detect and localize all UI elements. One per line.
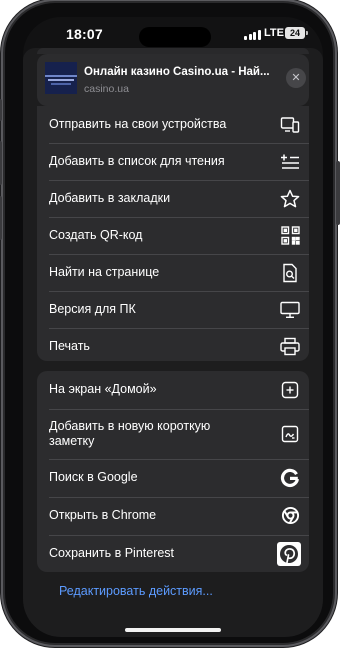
action-button — [0, 99, 2, 121]
action-label: Сохранить в Pinterest — [49, 546, 175, 560]
action-label: Добавить в закладки — [49, 191, 171, 205]
action-label: Печать — [49, 339, 90, 353]
home-indicator[interactable] — [125, 628, 221, 632]
find-in-page-icon — [279, 262, 301, 284]
action-label: Найти на странице — [49, 265, 160, 279]
action-label: Добавить в список для чтения — [49, 154, 225, 168]
close-icon: ✕ — [291, 72, 301, 84]
action-new-quick-note[interactable]: Добавить в новую короткую заметку — [37, 409, 309, 459]
cellular-signal-icon — [244, 29, 261, 40]
screen: 18:07 LTE 24 Онлайн казино Casino.ua - Н… — [23, 17, 323, 637]
edit-actions-link[interactable]: Редактировать действия... — [59, 584, 213, 598]
page-title: Онлайн казино Casino.ua - Най... — [84, 66, 270, 78]
page-thumbnail — [45, 62, 77, 94]
action-desktop-version[interactable]: Версия для ПК — [37, 291, 309, 328]
actions-group-1: Отправить на свои устройства Добавить в … — [37, 106, 309, 361]
action-add-to-reading-list[interactable]: Добавить в список для чтения — [37, 143, 309, 180]
action-label: Добавить в новую короткую заметку — [49, 419, 211, 448]
action-add-bookmark[interactable]: Добавить в закладки — [37, 180, 309, 217]
phone-frame: 18:07 LTE 24 Онлайн казино Casino.ua - Н… — [0, 3, 340, 643]
action-create-qr-code[interactable]: Создать QR-код — [37, 217, 309, 254]
actions-group-2: На экран «Домой» Добавить в новую коротк… — [37, 371, 309, 572]
star-icon — [279, 188, 301, 210]
send-to-devices-icon — [279, 114, 301, 136]
action-print[interactable]: Печать — [37, 328, 309, 365]
printer-icon — [279, 336, 301, 358]
desktop-icon — [279, 299, 301, 321]
volume-up-button — [0, 141, 2, 185]
status-time: 18:07 — [66, 26, 103, 42]
action-label: Версия для ПК — [49, 302, 136, 316]
google-icon — [279, 467, 301, 489]
action-save-to-pinterest[interactable]: Сохранить в Pinterest — [37, 535, 309, 572]
dynamic-island — [139, 27, 211, 47]
quick-note-icon — [279, 423, 301, 445]
action-add-to-home-screen[interactable]: На экран «Домой» — [37, 371, 309, 408]
page-url: casino.ua — [84, 83, 129, 95]
action-label: Поиск в Google — [49, 470, 138, 484]
action-open-in-chrome[interactable]: Открыть в Chrome — [37, 497, 309, 534]
add-to-home-icon — [279, 379, 301, 401]
action-label: Создать QR-код — [49, 228, 143, 242]
action-label: Открыть в Chrome — [49, 508, 157, 522]
action-search-google[interactable]: Поиск в Google — [37, 459, 309, 496]
volume-down-button — [0, 196, 2, 240]
action-find-on-page[interactable]: Найти на странице — [37, 254, 309, 291]
close-button[interactable]: ✕ — [286, 68, 306, 88]
network-type: LTE — [264, 27, 284, 39]
action-send-to-devices[interactable]: Отправить на свои устройства — [37, 106, 309, 143]
action-label: На экран «Домой» — [49, 382, 157, 396]
reading-list-icon — [279, 151, 301, 173]
battery-icon: 24 — [285, 27, 308, 39]
pinterest-icon — [277, 541, 301, 566]
power-button — [336, 161, 340, 225]
action-label: Отправить на свои устройства — [49, 117, 227, 131]
shared-page-header: Онлайн казино Casino.ua - Най... casino.… — [37, 54, 309, 106]
chrome-icon — [279, 505, 301, 527]
qr-code-icon — [279, 225, 301, 247]
